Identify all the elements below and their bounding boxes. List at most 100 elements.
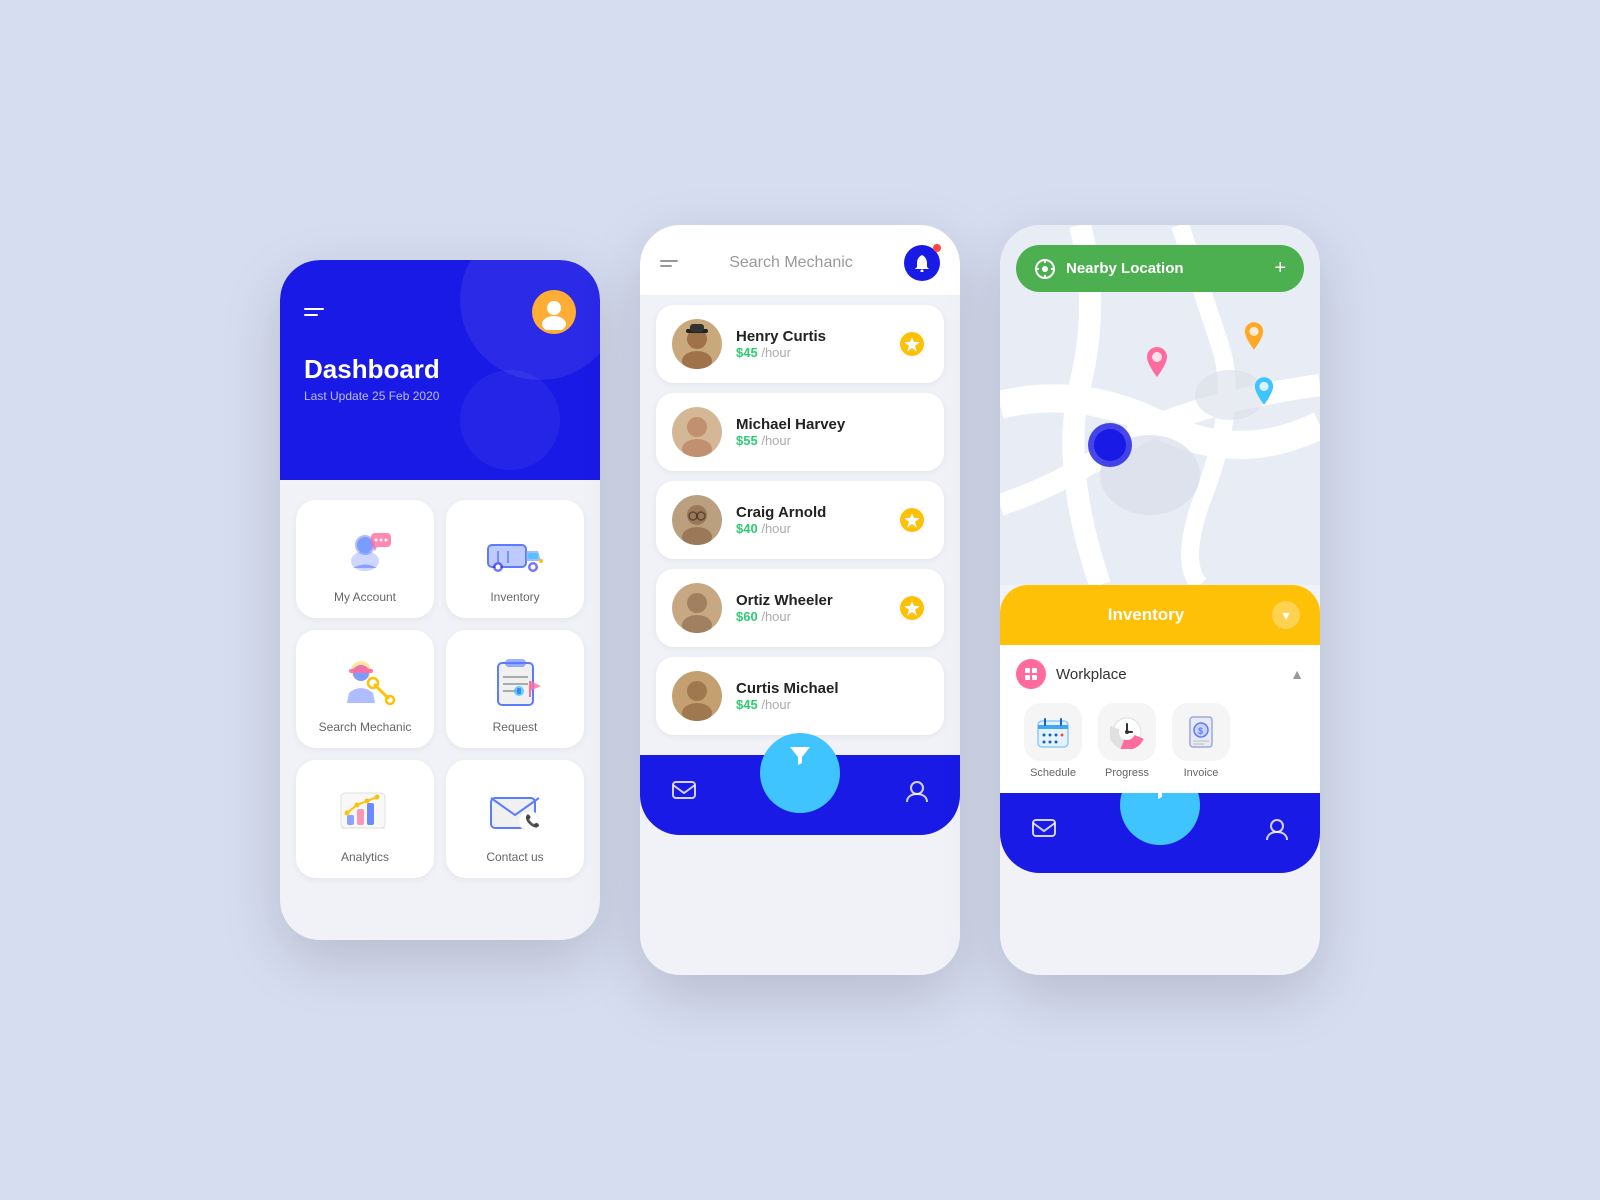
- last-update: Last Update 25 Feb 2020: [304, 389, 576, 403]
- svg-text:$: $: [1198, 726, 1203, 736]
- grid-item-contact[interactable]: 📞 Contact us: [446, 760, 584, 878]
- mechanic-name: Henry Curtis: [736, 328, 882, 345]
- request-icon: [480, 650, 550, 710]
- page-title: Dashboard: [304, 354, 576, 385]
- profile-icon[interactable]: [906, 780, 928, 810]
- request-label: Request: [493, 720, 538, 734]
- grid-item-request[interactable]: Request: [446, 630, 584, 748]
- inventory-header[interactable]: Inventory ▾: [1000, 585, 1320, 645]
- add-icon[interactable]: +: [1274, 257, 1286, 280]
- chevron-up-icon[interactable]: ▲: [1290, 666, 1304, 682]
- mechanic-name: Craig Arnold: [736, 504, 882, 521]
- inventory-title: Inventory: [1020, 605, 1272, 625]
- workplace-icon: [1016, 659, 1046, 689]
- workplace-label: Workplace: [1056, 666, 1127, 683]
- no-badge: [896, 416, 928, 448]
- inventory-label: Inventory: [490, 590, 539, 604]
- mechanic-price: $45 /hour: [736, 697, 882, 712]
- grid-item-analytics[interactable]: Analytics: [296, 760, 434, 878]
- mechanic-avatar: [672, 583, 722, 633]
- analytics-label: Analytics: [341, 850, 389, 864]
- search-header: Search Mechanic: [640, 225, 960, 295]
- menu-icon[interactable]: [660, 260, 678, 267]
- mechanic-price: $55 /hour: [736, 433, 882, 448]
- messages-icon[interactable]: [672, 781, 696, 809]
- mechanic-avatar: [672, 671, 722, 721]
- my-account-icon: [330, 520, 400, 580]
- bottom-panel: Inventory ▾ Workplace ▲: [1000, 585, 1320, 793]
- location-icon: [1034, 258, 1056, 280]
- no-badge: [896, 680, 928, 712]
- mechanic-price: $60 /hour: [736, 609, 882, 624]
- mechanic-price: $45 /hour: [736, 345, 882, 360]
- my-account-label: My Account: [334, 590, 396, 604]
- mechanic-price: $40 /hour: [736, 521, 882, 536]
- map-area: Nearby Location +: [1000, 225, 1320, 585]
- notification-bell[interactable]: [904, 245, 940, 281]
- dashboard-body: My Account: [280, 480, 600, 898]
- mechanic-card[interactable]: Henry Curtis $45 /hour: [656, 305, 944, 383]
- grid-item-inventory[interactable]: Inventory: [446, 500, 584, 618]
- invoice-icon: $: [1172, 703, 1230, 761]
- mechanic-info: Henry Curtis $45 /hour: [736, 328, 882, 360]
- progress-item[interactable]: Progress: [1098, 703, 1156, 779]
- dashboard-header: Dashboard Last Update 25 Feb 2020: [280, 260, 600, 480]
- mechanic-info: Michael Harvey $55 /hour: [736, 416, 882, 448]
- mechanic-avatar: [672, 407, 722, 457]
- analytics-icon: [330, 780, 400, 840]
- mechanic-card[interactable]: Curtis Michael $45 /hour: [656, 657, 944, 735]
- search-mechanic-label: Search Mechanic: [319, 720, 412, 734]
- schedule-label: Schedule: [1030, 767, 1076, 779]
- mechanic-name: Michael Harvey: [736, 416, 882, 433]
- phone-dashboard: Dashboard Last Update 25 Feb 2020: [280, 260, 600, 940]
- mechanic-info: Curtis Michael $45 /hour: [736, 680, 882, 712]
- map-pin-blue: [1253, 375, 1275, 412]
- mechanic-card[interactable]: Ortiz Wheeler $60 /hour: [656, 569, 944, 647]
- nearby-location-label: Nearby Location: [1066, 260, 1184, 277]
- progress-icon: [1098, 703, 1156, 761]
- workplace-icons: Schedule: [1016, 703, 1304, 779]
- footer-nav-3: [1000, 793, 1320, 873]
- invoice-item[interactable]: $ Invoice: [1172, 703, 1230, 779]
- phone-map: Nearby Location + Inventory ▾: [1000, 225, 1320, 975]
- workplace-left: Workplace: [1016, 659, 1127, 689]
- map-pin-orange: [1243, 320, 1265, 357]
- mechanic-info: Craig Arnold $40 /hour: [736, 504, 882, 536]
- svg-text:📞: 📞: [525, 813, 540, 828]
- schedule-item[interactable]: Schedule: [1024, 703, 1082, 779]
- hamburger-menu[interactable]: [304, 308, 324, 316]
- mechanic-card[interactable]: Craig Arnold $40 /hour: [656, 481, 944, 559]
- filter-icon[interactable]: [786, 741, 814, 775]
- map-pin-pink: [1145, 345, 1169, 384]
- nearby-location-button[interactable]: Nearby Location +: [1016, 245, 1304, 292]
- phone-search-mechanic: Search Mechanic Henry Curti: [640, 225, 960, 975]
- profile-icon-3[interactable]: [1266, 818, 1288, 848]
- mechanic-name: Ortiz Wheeler: [736, 592, 882, 609]
- avatar[interactable]: [532, 290, 576, 334]
- contact-label: Contact us: [486, 850, 543, 864]
- chevron-down-icon[interactable]: ▾: [1272, 601, 1300, 629]
- mechanic-info: Ortiz Wheeler $60 /hour: [736, 592, 882, 624]
- workplace-section: Workplace ▲: [1000, 645, 1320, 793]
- badge-icon: [896, 328, 928, 360]
- invoice-label: Invoice: [1184, 767, 1219, 779]
- mechanic-card[interactable]: Michael Harvey $55 /hour: [656, 393, 944, 471]
- footer-nav: [640, 755, 960, 835]
- workplace-row: Workplace ▲: [1016, 659, 1304, 689]
- grid-item-my-account[interactable]: My Account: [296, 500, 434, 618]
- grid-item-search-mechanic[interactable]: Search Mechanic: [296, 630, 434, 748]
- search-title: Search Mechanic: [678, 254, 904, 272]
- messages-icon-3[interactable]: [1032, 819, 1056, 847]
- progress-label: Progress: [1105, 767, 1149, 779]
- mechanic-list: Henry Curtis $45 /hour: [640, 295, 960, 755]
- mechanic-avatar: [672, 495, 722, 545]
- schedule-icon: [1024, 703, 1082, 761]
- mechanic-avatar: [672, 319, 722, 369]
- badge-icon: [896, 504, 928, 536]
- inventory-icon: [480, 520, 550, 580]
- menu-grid: My Account: [296, 500, 584, 878]
- badge-icon: [896, 592, 928, 624]
- mechanic-name: Curtis Michael: [736, 680, 882, 697]
- search-mechanic-icon: [330, 650, 400, 710]
- contact-icon: 📞: [480, 780, 550, 840]
